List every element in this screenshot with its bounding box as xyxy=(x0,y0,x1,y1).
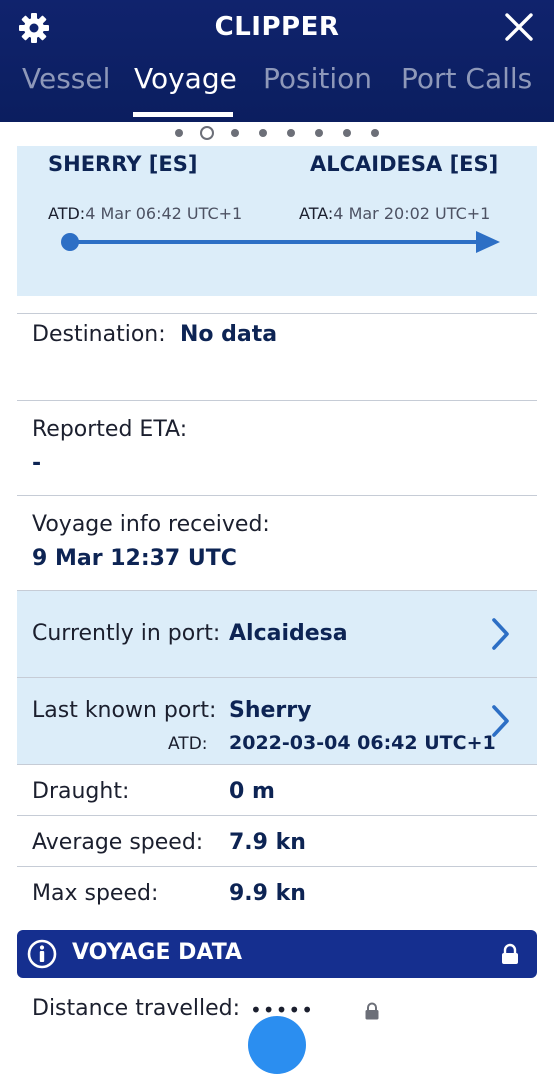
page-dot[interactable] xyxy=(175,129,183,137)
voyage-info-label: Voyage info received: xyxy=(32,512,270,537)
arrival-time: ATA:4 Mar 20:02 UTC+1 xyxy=(299,204,490,223)
destination-value: No data xyxy=(180,322,278,347)
max-speed-label: Max speed: xyxy=(32,881,159,906)
reported-eta-value: - xyxy=(32,451,42,476)
current-port-label: Currently in port: xyxy=(32,621,221,646)
last-port-atd-label: ATD: xyxy=(168,734,208,754)
current-port-value: Alcaidesa xyxy=(229,621,348,646)
tab-voyage[interactable]: Voyage xyxy=(134,62,237,95)
route-start-dot xyxy=(61,233,79,251)
departure-port: SHERRY [ES] xyxy=(48,152,198,176)
atd-label: ATD: xyxy=(48,204,86,223)
departure-time: ATD:4 Mar 06:42 UTC+1 xyxy=(48,204,242,223)
max-speed-value: 9.9 kn xyxy=(229,881,306,906)
average-speed-value: 7.9 kn xyxy=(229,830,306,855)
voyage-info-row: Voyage info received: 9 Mar 12:37 UTC xyxy=(17,495,537,590)
page-dot-current[interactable] xyxy=(200,126,214,140)
page-dot[interactable] xyxy=(287,129,295,137)
page-dot[interactable] xyxy=(231,129,239,137)
last-port-value: Sherry xyxy=(229,698,312,723)
ata-label: ATA: xyxy=(299,204,334,223)
page-dot[interactable] xyxy=(343,129,351,137)
page-dot[interactable] xyxy=(371,129,379,137)
average-speed-row: Average speed: 7.9 kn xyxy=(17,815,537,866)
close-icon[interactable] xyxy=(504,12,534,42)
tab-vessel[interactable]: Vessel xyxy=(22,62,110,95)
app-title: CLIPPER xyxy=(214,12,340,42)
route-panel: SHERRY [ES] ALCAIDESA [ES] ATD:4 Mar 06:… xyxy=(17,146,537,296)
destination-row: Destination: No data xyxy=(17,313,537,400)
average-speed-label: Average speed: xyxy=(32,830,204,855)
last-port-row[interactable]: Last known port: Sherry ATD: 2022-03-04 … xyxy=(17,677,537,764)
tab-bar: Vessel Voyage Position Port Calls xyxy=(0,62,554,108)
chevron-right-icon[interactable] xyxy=(491,617,511,651)
atd-value: 4 Mar 06:42 UTC+1 xyxy=(85,204,243,223)
voyage-data-section[interactable]: VOYAGE DATA xyxy=(17,930,537,978)
draught-value: 0 m xyxy=(229,779,275,804)
chevron-right-icon[interactable] xyxy=(491,704,511,738)
lock-icon xyxy=(365,1002,379,1020)
page-dot[interactable] xyxy=(315,129,323,137)
tab-port-calls[interactable]: Port Calls xyxy=(401,62,532,95)
distance-label: Distance travelled: xyxy=(32,996,241,1021)
app-header: CLIPPER Vessel Voyage Position Port Call… xyxy=(0,0,554,122)
max-speed-row: Max speed: 9.9 kn xyxy=(17,866,537,927)
tab-position[interactable]: Position xyxy=(263,62,372,95)
page-indicator xyxy=(0,126,554,140)
arrival-port: ALCAIDESA [ES] xyxy=(310,152,499,176)
current-port-row[interactable]: Currently in port: Alcaidesa xyxy=(17,590,537,677)
draught-row: Draught: 0 m xyxy=(17,764,537,815)
destination-label: Destination: xyxy=(32,322,166,347)
page-dot[interactable] xyxy=(259,129,267,137)
route-line xyxy=(70,240,480,244)
reported-eta-row: Reported ETA: - xyxy=(17,400,537,495)
voyage-data-title: VOYAGE DATA xyxy=(72,940,243,965)
last-port-label: Last known port: xyxy=(32,698,217,723)
info-icon xyxy=(27,939,57,969)
active-tab-indicator xyxy=(133,112,233,117)
voyage-info-value: 9 Mar 12:37 UTC xyxy=(32,546,237,571)
draught-label: Draught: xyxy=(32,779,130,804)
route-arrow-icon xyxy=(476,231,500,253)
ata-value: 4 Mar 20:02 UTC+1 xyxy=(333,204,491,223)
reported-eta-label: Reported ETA: xyxy=(32,417,188,442)
lock-icon xyxy=(502,943,518,964)
last-port-atd-value: 2022-03-04 06:42 UTC+1 xyxy=(229,732,496,754)
floating-action-button[interactable] xyxy=(248,1016,306,1074)
